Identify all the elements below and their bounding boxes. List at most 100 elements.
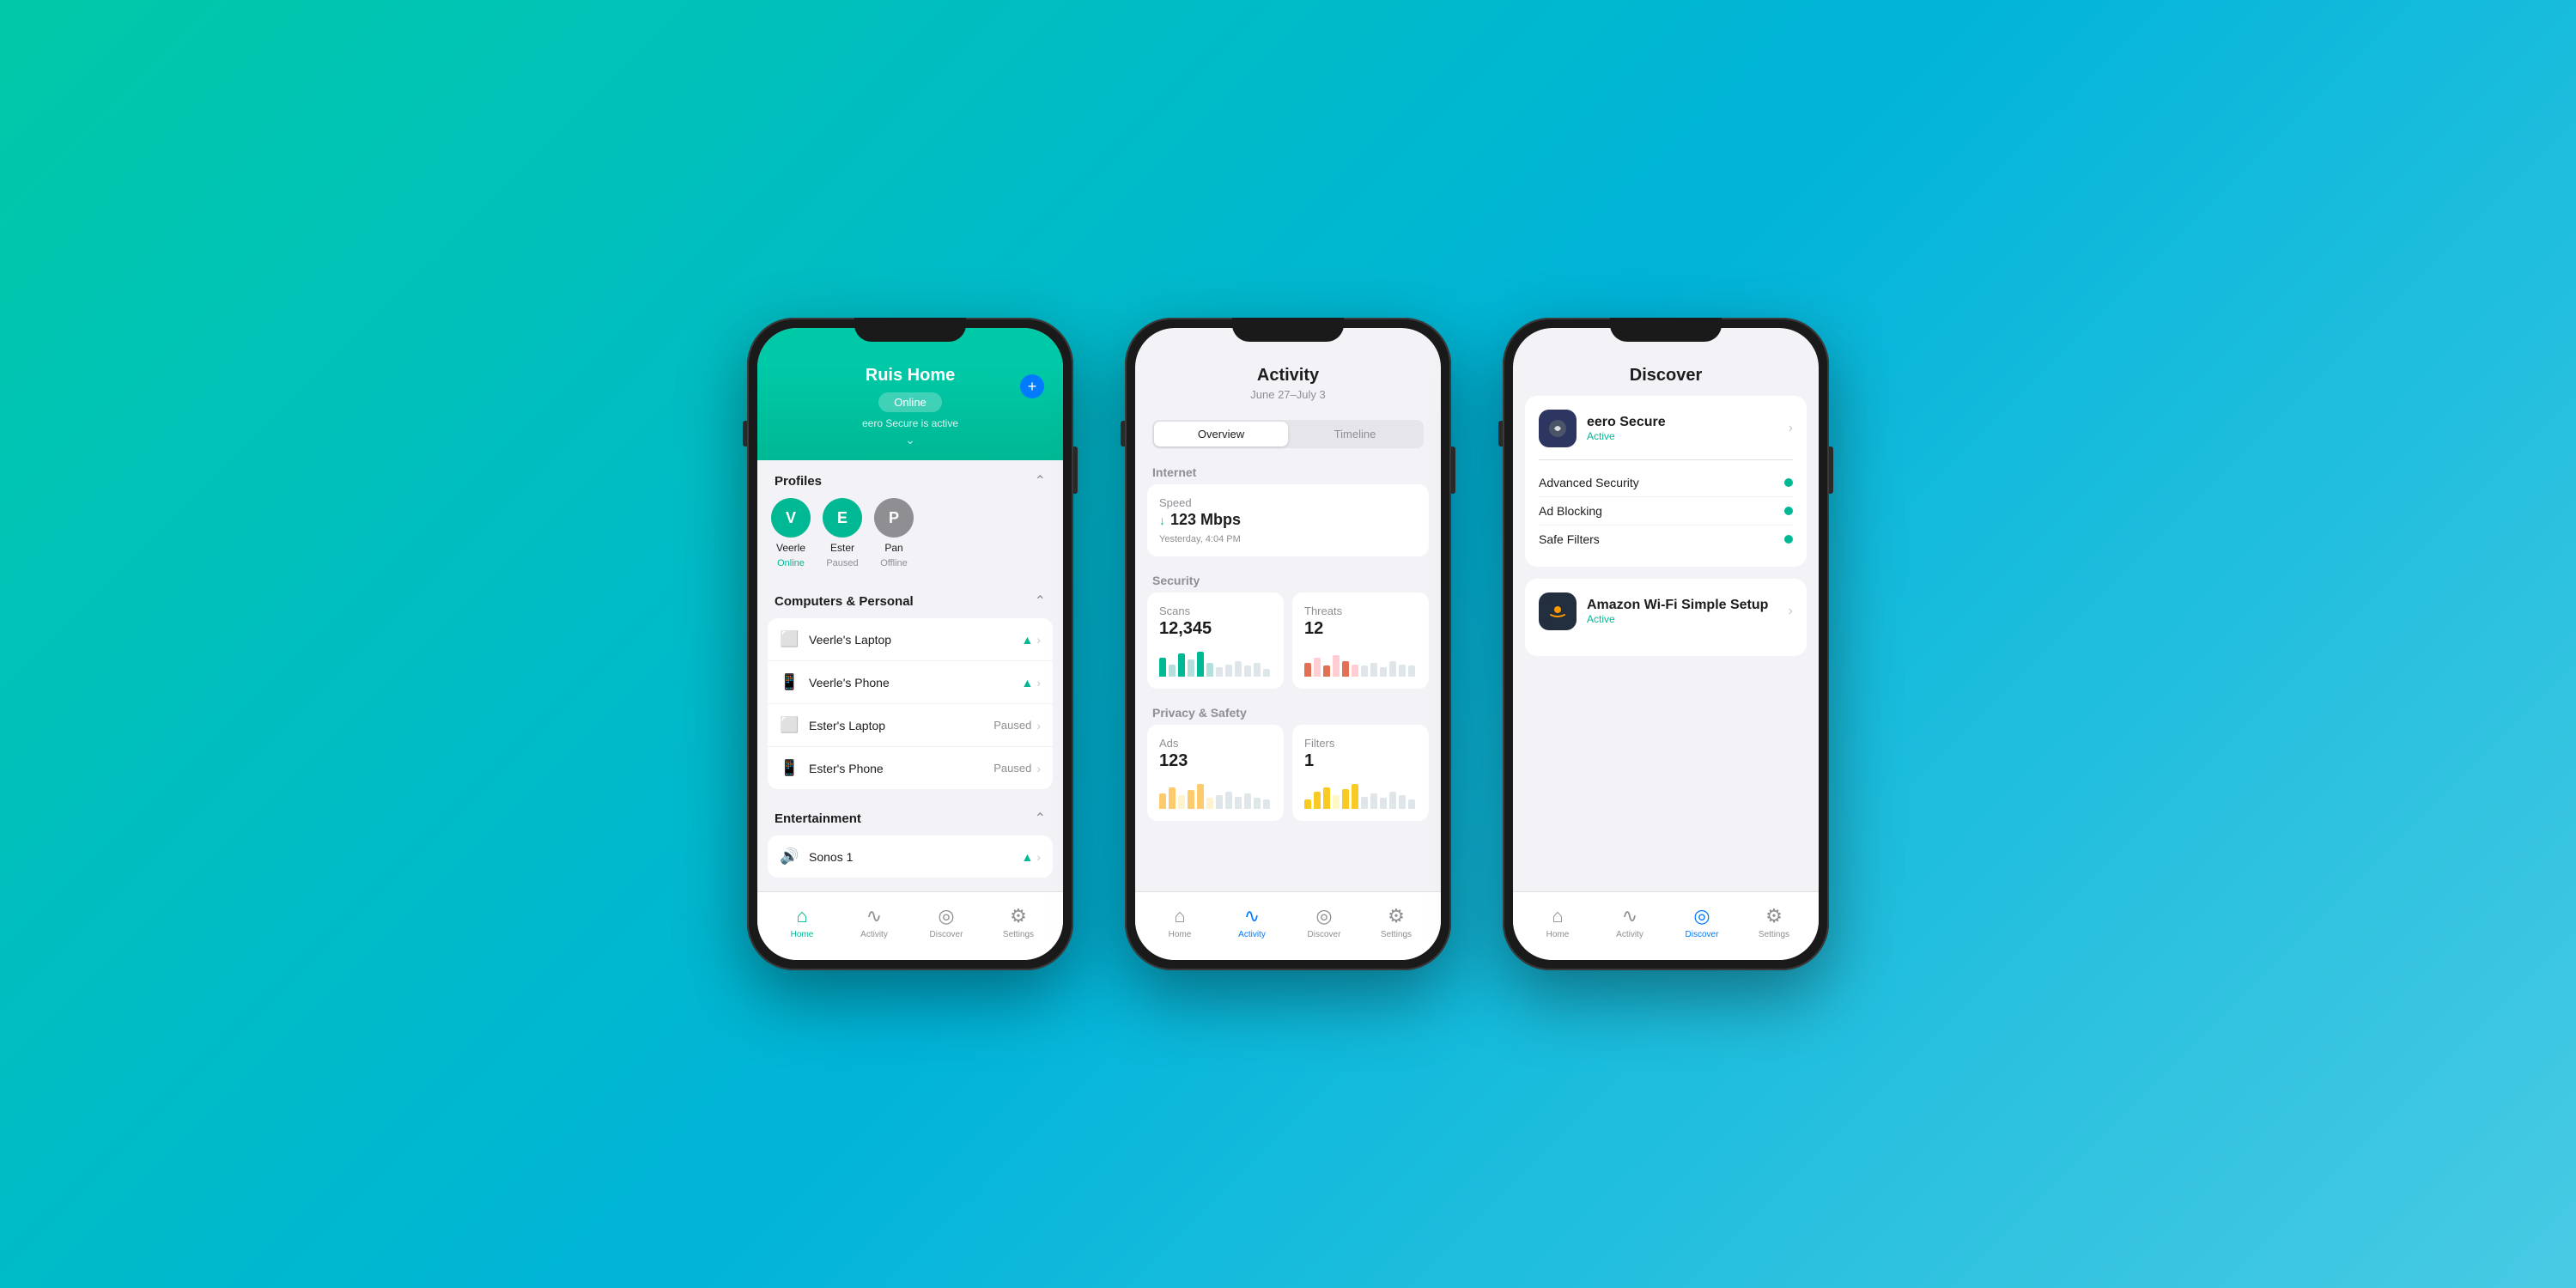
bottom-nav-1: ⌂ Home ∿ Activity ◎ Discover ⚙ Settings [757,891,1063,960]
phone1-content: Profiles ⌃ V Veerle Online E Ester Pause… [757,460,1063,891]
phone2-content: Internet Speed ↓ 123 Mbps Yesterday, 4:0… [1135,457,1441,891]
phone-activity: Activity June 27–July 3 Overview Timelin… [1125,318,1451,970]
ads-label: Ads [1159,737,1272,750]
home-icon-3: ⌂ [1552,905,1563,927]
threats-label: Threats [1304,605,1417,617]
phone-icon-2: 📱 [780,759,799,777]
phone-discover: Discover [1503,318,1829,970]
bottom-nav-2: ⌂ Home ∿ Activity ◎ Discover ⚙ Settings [1135,891,1441,960]
home-icon-2: ⌂ [1174,905,1185,927]
bar [1178,795,1185,809]
bar [1370,663,1377,677]
entertainment-section-header: Entertainment ⌃ [757,798,1063,835]
notch-1 [854,318,966,342]
bar [1314,792,1321,809]
bar [1342,661,1349,677]
activity-icon-3: ∿ [1622,905,1637,927]
bar [1399,795,1406,809]
bar [1244,793,1251,809]
device-sonos[interactable]: 🔊 Sonos 1 ▲ › [768,835,1053,878]
bar [1225,792,1232,809]
nav-activity-2[interactable]: ∿ Activity [1216,905,1288,939]
device-ester-laptop[interactable]: ⬜ Ester's Laptop Paused › [768,704,1053,747]
nav-home-1[interactable]: ⌂ Home [766,905,838,939]
profiles-title: Profiles [775,474,822,489]
device-name-ester-phone: Ester's Phone [809,762,993,775]
internet-label: Internet [1147,457,1429,484]
bar [1206,663,1213,677]
avatar-pan: P [874,498,914,538]
scans-chart [1159,646,1272,677]
device-name-veerle-phone: Veerle's Phone [809,676,1021,690]
filters-chart [1304,778,1417,809]
profile-name-veerle: Veerle [776,542,805,554]
avatar-veerle: V [771,498,811,538]
nav-discover-1[interactable]: ◎ Discover [910,905,982,939]
speed-card: Speed ↓ 123 Mbps Yesterday, 4:04 PM [1147,484,1429,556]
speaker-icon: 🔊 [780,848,799,866]
tab-timeline[interactable]: Timeline [1288,422,1422,447]
bar [1206,798,1213,809]
speed-timestamp: Yesterday, 4:04 PM [1159,534,1417,544]
tab-overview[interactable]: Overview [1154,422,1288,447]
chevron-right-icon-2: › [1036,676,1041,690]
computers-device-list: ⬜ Veerle's Laptop ▲ › 📱 Veerle's Phone ▲… [768,618,1053,789]
bar [1389,661,1396,677]
bar [1380,667,1387,677]
amazon-app-icon [1539,592,1577,630]
nav-label-home-3: Home [1546,930,1570,939]
bar [1244,665,1251,677]
device-ester-phone[interactable]: 📱 Ester's Phone Paused › [768,747,1053,789]
profiles-section-header: Profiles ⌃ [757,460,1063,498]
nav-label-activity-1: Activity [860,930,888,939]
eero-secure-subtitle: eero Secure is active [775,417,1046,429]
plus-button[interactable]: + [1020,374,1044,398]
profile-ester[interactable]: E Ester Paused [823,498,862,568]
amazon-wifi-top[interactable]: Amazon Wi-Fi Simple Setup Active › [1539,592,1793,630]
security-label: Security [1147,565,1429,592]
eero-secure-top[interactable]: eero Secure Active › [1539,410,1793,447]
laptop-icon: ⬜ [780,630,799,648]
nav-home-2[interactable]: ⌂ Home [1144,905,1216,939]
device-veerle-laptop[interactable]: ⬜ Veerle's Laptop ▲ › [768,618,1053,661]
bar [1159,658,1166,677]
entertainment-title: Entertainment [775,811,861,826]
bar [1399,665,1406,677]
nav-activity-1[interactable]: ∿ Activity [838,905,910,939]
wifi-icon-3: ▲ [1021,850,1033,864]
amazon-app-status: Active [1587,613,1768,625]
bar [1323,665,1330,677]
nav-discover-3[interactable]: ◎ Discover [1666,905,1738,939]
device-veerle-phone[interactable]: 📱 Veerle's Phone ▲ › [768,661,1053,704]
nav-discover-2[interactable]: ◎ Discover [1288,905,1360,939]
profiles-chevron-icon: ⌃ [1035,472,1046,489]
down-arrow-icon: ↓ [1159,513,1165,527]
phone-icon-1: 📱 [780,673,799,691]
feature-dot-ad-blocking [1784,507,1793,515]
eero-app-name: eero Secure [1587,415,1666,430]
filters-value: 1 [1304,751,1417,771]
bar [1323,787,1330,809]
nav-home-3[interactable]: ⌂ Home [1522,905,1594,939]
profile-veerle[interactable]: V Veerle Online [771,498,811,568]
bar [1408,799,1415,809]
bar [1169,787,1176,809]
nav-settings-2[interactable]: ⚙ Settings [1360,905,1432,939]
computers-chevron-icon: ⌃ [1035,592,1046,610]
activity-icon-2: ∿ [1244,905,1260,927]
nav-settings-1[interactable]: ⚙ Settings [982,905,1054,939]
activity-title: Activity [1152,366,1424,386]
notch-3 [1610,318,1722,342]
security-stat-row: Scans 12,345 [1147,592,1429,689]
activity-icon-1: ∿ [866,905,882,927]
phones-container: + Ruis Home Online eero Secure is active… [747,318,1829,970]
device-name-sonos: Sonos 1 [809,850,1021,864]
laptop-icon-2: ⬜ [780,716,799,734]
scans-label: Scans [1159,605,1272,617]
scans-value: 12,345 [1159,619,1272,639]
profile-pan[interactable]: P Pan Offline [874,498,914,568]
nav-label-discover-2: Discover [1308,930,1341,939]
bar [1352,665,1358,677]
nav-settings-3[interactable]: ⚙ Settings [1738,905,1810,939]
nav-activity-3[interactable]: ∿ Activity [1594,905,1666,939]
